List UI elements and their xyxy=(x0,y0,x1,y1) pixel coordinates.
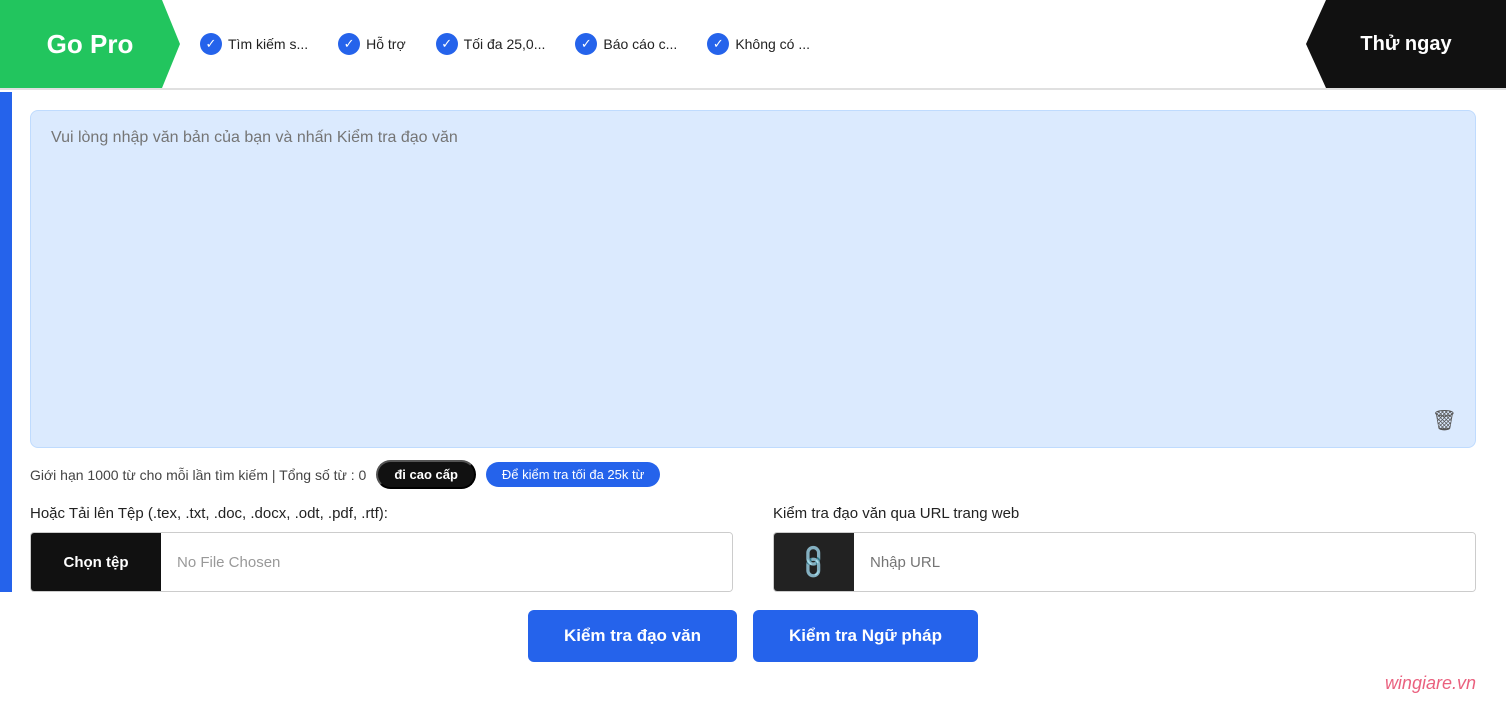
upgrade-desc: Để kiểm tra tối đa 25k từ xyxy=(486,462,660,487)
word-limit-label: Giới hạn 1000 từ cho mỗi lần tìm kiếm | … xyxy=(30,467,366,483)
file-name-display: No File Chosen xyxy=(161,533,732,591)
file-input-row: Chọn tệp No File Chosen xyxy=(30,532,733,592)
text-input-container: 🗑 xyxy=(30,110,1476,448)
check-icon-4: ✓ xyxy=(575,33,597,55)
main-content: 🗑 Giới hạn 1000 từ cho mỗi lần tìm kiếm … xyxy=(0,90,1506,682)
check-plagiarism-button[interactable]: Kiểm tra đạo văn xyxy=(528,610,737,662)
left-blue-bar xyxy=(0,92,12,592)
check-grammar-button[interactable]: Kiểm tra Ngữ pháp xyxy=(753,610,978,662)
action-buttons-row: Kiểm tra đạo văn Kiểm tra Ngữ pháp xyxy=(30,610,1476,662)
feature-item-1: ✓ Tìm kiếm s... xyxy=(200,33,308,55)
try-now-button[interactable]: Thử ngay xyxy=(1306,0,1506,88)
check-icon-1: ✓ xyxy=(200,33,222,55)
url-label: Kiểm tra đạo văn qua URL trang web xyxy=(773,505,1476,522)
trash-icon[interactable]: 🗑 xyxy=(1432,408,1457,433)
feature-item-2: ✓ Hỗ trợ xyxy=(338,33,406,55)
text-input[interactable] xyxy=(51,129,1455,429)
upload-section: Hoặc Tải lên Tệp (.tex, .txt, .doc, .doc… xyxy=(30,505,733,592)
link-icon: 🔗 xyxy=(793,541,835,583)
url-section: Kiểm tra đạo văn qua URL trang web 🔗 xyxy=(773,505,1476,592)
watermark: wingiare.vn xyxy=(1385,673,1476,694)
check-icon-3: ✓ xyxy=(436,33,458,55)
url-input-row: 🔗 xyxy=(773,532,1476,592)
feature-item-5: ✓ Không có ... xyxy=(707,33,810,55)
feature-item-4: ✓ Báo cáo c... xyxy=(575,33,677,55)
check-icon-2: ✓ xyxy=(338,33,360,55)
url-input[interactable] xyxy=(854,533,1475,591)
features-area: ✓ Tìm kiếm s... ✓ Hỗ trợ ✓ Tối đa 25,0..… xyxy=(180,0,1306,88)
url-icon-button[interactable]: 🔗 xyxy=(774,533,854,591)
upload-url-row: Hoặc Tải lên Tệp (.tex, .txt, .doc, .doc… xyxy=(30,505,1476,592)
choose-file-button[interactable]: Chọn tệp xyxy=(31,533,161,591)
feature-item-3: ✓ Tối đa 25,0... xyxy=(436,33,546,55)
upload-label: Hoặc Tải lên Tệp (.tex, .txt, .doc, .doc… xyxy=(30,505,733,522)
check-icon-5: ✓ xyxy=(707,33,729,55)
word-limit-row: Giới hạn 1000 từ cho mỗi lần tìm kiếm | … xyxy=(30,460,1476,489)
top-banner: Go Pro ✓ Tìm kiếm s... ✓ Hỗ trợ ✓ Tối đa… xyxy=(0,0,1506,90)
upgrade-button[interactable]: đi cao cấp xyxy=(376,460,476,489)
go-pro-button[interactable]: Go Pro xyxy=(0,0,180,88)
